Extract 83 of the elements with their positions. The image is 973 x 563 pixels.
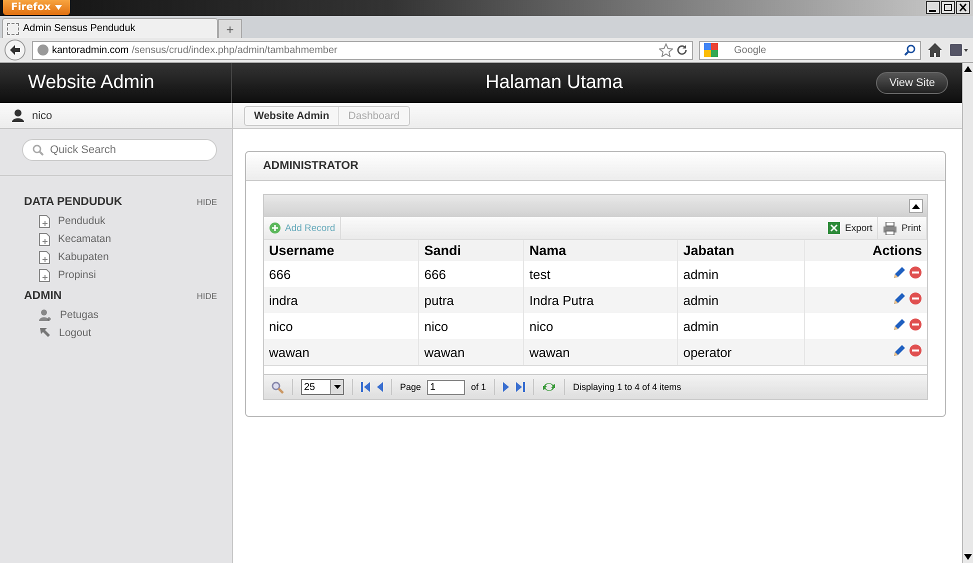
home-icon[interactable] bbox=[927, 42, 943, 58]
section-title: ADMIN bbox=[24, 290, 62, 302]
hide-link[interactable]: HIDE bbox=[196, 197, 217, 207]
add-page-icon bbox=[39, 214, 50, 228]
pencil-icon[interactable] bbox=[892, 266, 906, 280]
hide-link[interactable]: HIDE bbox=[196, 291, 217, 301]
table-cell: wawan bbox=[524, 339, 678, 365]
add-page-icon bbox=[39, 268, 50, 282]
add-page-icon bbox=[39, 250, 50, 264]
view-site-button[interactable]: View Site bbox=[876, 72, 948, 94]
spreadsheet-icon bbox=[826, 221, 841, 235]
column-header: Jabatan bbox=[678, 240, 804, 261]
table-cell: wawan bbox=[418, 339, 524, 365]
column-header: Actions bbox=[804, 240, 927, 261]
sidebar-item[interactable]: Propinsi bbox=[24, 266, 217, 284]
next-page-icon[interactable] bbox=[503, 382, 510, 392]
page-size-select[interactable]: 25 bbox=[301, 379, 344, 395]
user-name: nico bbox=[32, 110, 52, 122]
caret-icon bbox=[334, 385, 340, 389]
sidebar-item[interactable]: Logout bbox=[24, 324, 217, 342]
reload-icon[interactable] bbox=[676, 44, 688, 56]
add-page-icon bbox=[39, 232, 50, 246]
scroll-down-icon[interactable] bbox=[964, 554, 972, 560]
search-icon bbox=[32, 144, 44, 156]
table-cell: operator bbox=[678, 339, 804, 365]
delete-icon[interactable] bbox=[909, 292, 922, 305]
search-field[interactable]: Google bbox=[699, 40, 921, 60]
delete-icon[interactable] bbox=[909, 318, 922, 331]
search-icon[interactable] bbox=[904, 44, 916, 56]
add-user-icon bbox=[39, 308, 52, 322]
page-label: Page bbox=[400, 382, 422, 392]
sidebar-item[interactable]: Kecamatan bbox=[24, 230, 217, 248]
panel-title: ADMINISTRATOR bbox=[246, 152, 945, 181]
column-header: Nama bbox=[524, 240, 678, 261]
scrollbar[interactable] bbox=[962, 63, 973, 563]
star-icon[interactable] bbox=[659, 43, 673, 57]
engine-logo-icon[interactable] bbox=[704, 43, 720, 57]
table-cell: wawan bbox=[264, 339, 419, 365]
caret-icon bbox=[54, 5, 62, 10]
column-header: Username bbox=[264, 240, 419, 261]
user-icon bbox=[12, 109, 24, 122]
collapse-button[interactable] bbox=[909, 199, 923, 213]
firefox-menu-button[interactable]: Firefox bbox=[3, 0, 70, 15]
pencil-icon[interactable] bbox=[892, 318, 906, 332]
pencil-icon[interactable] bbox=[892, 292, 906, 306]
previous-page-icon[interactable] bbox=[377, 382, 383, 392]
last-page-icon[interactable] bbox=[515, 382, 526, 392]
page-number-field[interactable]: 1 bbox=[427, 380, 466, 394]
refresh-icon[interactable] bbox=[542, 381, 556, 393]
page-count: of 1 bbox=[471, 382, 486, 392]
quick-search-field[interactable]: Quick Search bbox=[22, 139, 217, 161]
first-page-icon[interactable] bbox=[361, 382, 371, 392]
export-button[interactable]: Export bbox=[822, 217, 878, 239]
maximize-icon[interactable] bbox=[941, 1, 955, 14]
table-cell: Indra Putra bbox=[524, 287, 678, 313]
section-title: DATA PENDUDUK bbox=[24, 196, 122, 208]
browser-tab[interactable]: Admin Sensus Penduduk bbox=[2, 18, 218, 38]
caret-icon bbox=[912, 204, 920, 208]
sidebar-item[interactable]: Penduduk bbox=[24, 212, 217, 230]
arrow-icon bbox=[39, 327, 51, 339]
minimize-icon[interactable] bbox=[926, 1, 940, 14]
sidebar-item[interactable]: Petugas bbox=[24, 306, 217, 324]
pencil-icon[interactable] bbox=[892, 344, 906, 358]
plus-icon bbox=[269, 222, 281, 234]
table-cell: admin bbox=[678, 287, 804, 313]
delete-icon[interactable] bbox=[909, 344, 922, 357]
sidebar-item[interactable]: Kabupaten bbox=[24, 248, 217, 266]
pager-status: Displaying 1 to 4 of 4 items bbox=[573, 382, 682, 392]
breadcrumb-link[interactable]: Website Admin bbox=[245, 106, 338, 124]
printer-icon bbox=[883, 222, 898, 234]
add-record-button[interactable]: Add Record bbox=[264, 217, 342, 239]
delete-icon[interactable] bbox=[909, 266, 922, 279]
new-tab-button[interactable]: + bbox=[218, 19, 242, 38]
back-icon[interactable] bbox=[4, 39, 26, 61]
table-cell: putra bbox=[418, 287, 524, 313]
close-icon[interactable] bbox=[956, 1, 970, 14]
column-header: Sandi bbox=[418, 240, 524, 261]
address-bar[interactable]: kantoradmin.com /sensus/crud/index.php/admin/tambahmember bbox=[32, 40, 693, 60]
page-title: Halaman Utama bbox=[486, 72, 623, 93]
print-button[interactable]: Print bbox=[878, 217, 927, 239]
table-cell: indra bbox=[264, 287, 419, 313]
scroll-up-icon[interactable] bbox=[964, 66, 972, 72]
bookmarks-icon[interactable] bbox=[949, 42, 969, 58]
